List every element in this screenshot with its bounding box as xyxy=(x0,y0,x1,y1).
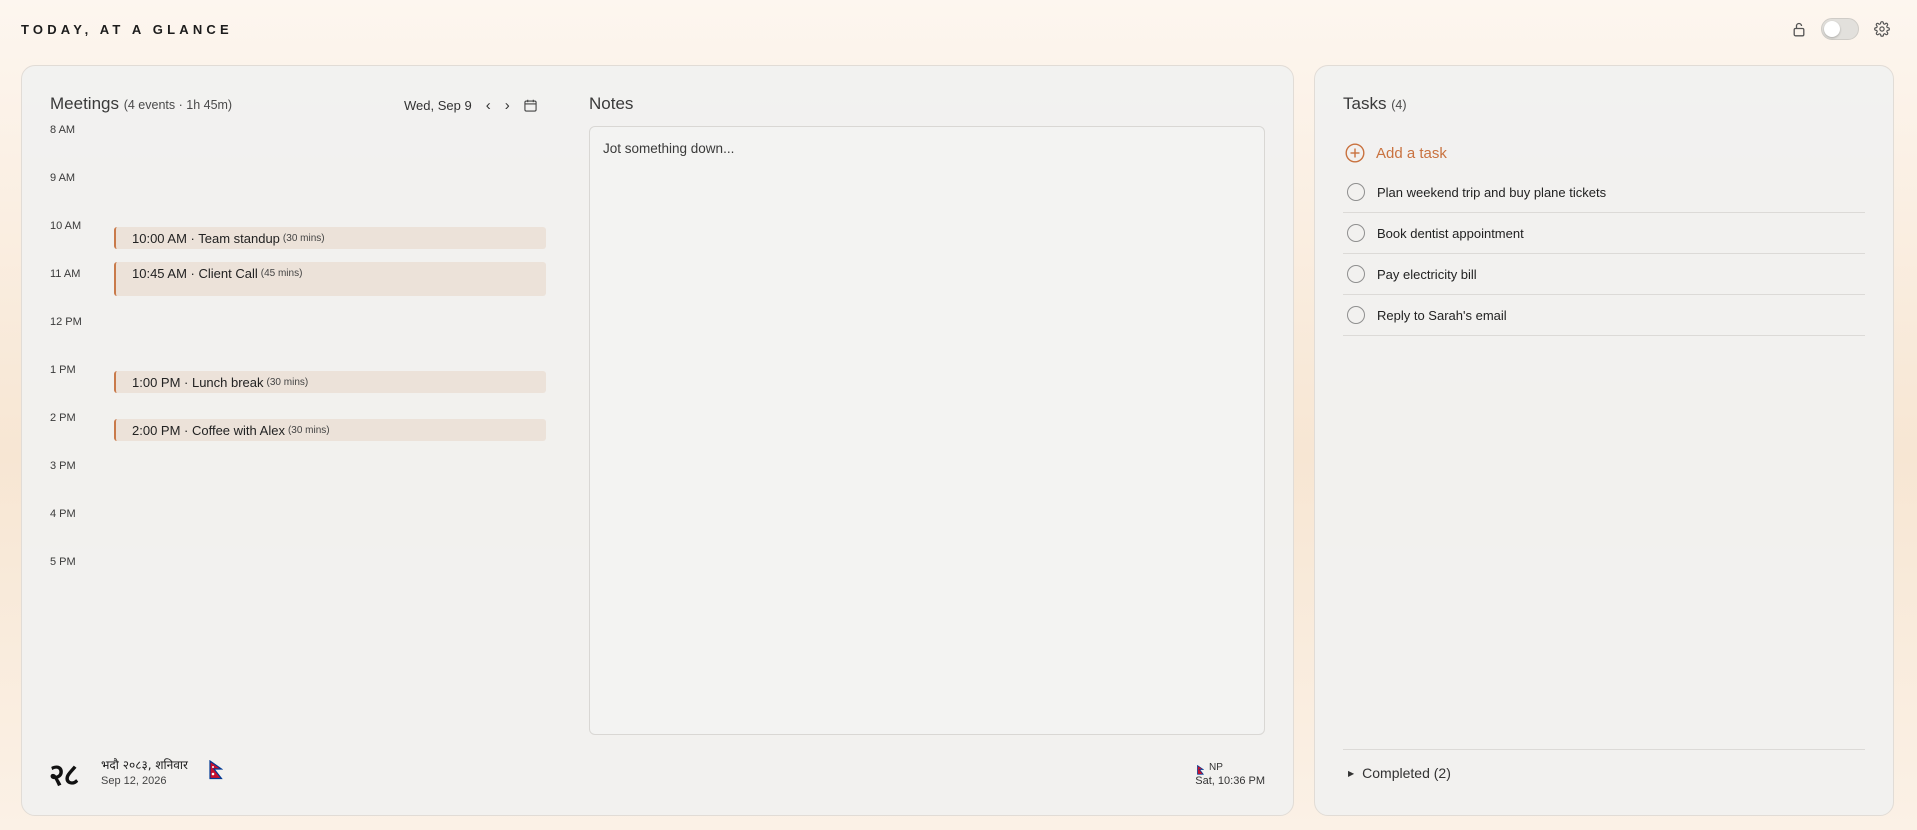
event-duration: (45 mins) xyxy=(260,268,303,279)
task-list: Plan weekend trip and buy plane tickets … xyxy=(1343,172,1865,336)
meeting-event[interactable]: 10:45 AM · Client Call (45 mins) xyxy=(114,262,546,296)
notes-editor[interactable]: Jot something down... xyxy=(589,126,1265,735)
add-circle-icon xyxy=(1345,143,1365,163)
meetings-summary: (4 events · 1h 45m) xyxy=(123,98,233,112)
hour-label: 2 PM xyxy=(50,412,76,424)
completed-label: Completed (2) xyxy=(1362,765,1451,781)
notes-placeholder: Jot something down... xyxy=(603,141,735,156)
date-nav: Wed, Sep 9 ‹ › xyxy=(404,97,538,114)
top-controls xyxy=(1791,18,1891,40)
hour-label: 10 AM xyxy=(50,220,82,232)
tasks-card: Tasks (4) Add a task Plan weekend trip a… xyxy=(1314,65,1894,816)
event-label: 2:00 PM · Coffee with Alex xyxy=(132,422,285,438)
meetings-header: Meetings (4 events · 1h 45m) xyxy=(50,94,232,114)
add-task-label: Add a task xyxy=(1376,144,1447,162)
app-title: TODAY, AT A GLANCE xyxy=(21,22,233,37)
meeting-event[interactable]: 1:00 PM · Lunch break (30 mins) xyxy=(114,371,546,393)
task-label[interactable]: Plan weekend trip and buy plane tickets xyxy=(1377,185,1606,200)
task-checkbox[interactable] xyxy=(1347,224,1365,242)
hour-label: 3 PM xyxy=(50,460,76,472)
task-item: Plan weekend trip and buy plane tickets xyxy=(1343,172,1865,213)
hour-label: 11 AM xyxy=(50,268,81,280)
tasks-count: (4) xyxy=(1391,98,1407,112)
task-label[interactable]: Book dentist appointment xyxy=(1377,226,1524,241)
notes-title: Notes xyxy=(589,94,634,113)
english-date: Sep 12, 2026 xyxy=(101,775,167,787)
region-code: NP xyxy=(1209,762,1223,773)
hour-label: 8 AM xyxy=(50,124,76,136)
task-checkbox[interactable] xyxy=(1347,265,1365,283)
nepal-flag-icon xyxy=(209,759,224,780)
event-duration: (30 mins) xyxy=(282,232,325,244)
task-checkbox[interactable] xyxy=(1347,306,1365,324)
lock-toggle[interactable] xyxy=(1821,18,1859,40)
completed-divider xyxy=(1343,749,1865,750)
tasks-header: Tasks (4) xyxy=(1343,94,1406,114)
hour-label: 12 PM xyxy=(50,316,82,328)
next-day-button[interactable]: › xyxy=(505,97,510,114)
event-label: 10:00 AM · Team standup xyxy=(132,230,280,246)
hour-label: 1 PM xyxy=(50,364,76,376)
task-item: Pay electricity bill xyxy=(1343,254,1865,295)
task-checkbox[interactable] xyxy=(1347,183,1365,201)
calendar-icon[interactable] xyxy=(524,99,538,113)
add-task-button[interactable]: Add a task xyxy=(1345,143,1447,163)
event-duration: (30 mins) xyxy=(266,376,309,388)
task-label[interactable]: Pay electricity bill xyxy=(1377,267,1477,282)
event-label: 1:00 PM · Lunch break xyxy=(132,374,264,390)
tasks-title: Tasks xyxy=(1343,94,1387,113)
task-label[interactable]: Reply to Sarah's email xyxy=(1377,308,1507,323)
local-time: Sat, 10:36 PM xyxy=(1195,775,1265,787)
prev-day-button[interactable]: ‹ xyxy=(486,97,491,114)
gear-icon[interactable] xyxy=(1873,20,1891,38)
nepal-flag-small-icon xyxy=(1197,762,1205,775)
hour-label: 4 PM xyxy=(50,508,76,520)
task-item: Book dentist appointment xyxy=(1343,213,1865,254)
toggle-knob xyxy=(1824,21,1840,37)
meeting-event[interactable]: 10:00 AM · Team standup (30 mins) xyxy=(114,227,546,249)
hour-label: 5 PM xyxy=(50,556,76,568)
nepali-day: २८ xyxy=(49,758,79,793)
unlock-icon[interactable] xyxy=(1791,20,1807,38)
hour-label: 9 AM xyxy=(50,172,76,184)
meeting-event[interactable]: 2:00 PM · Coffee with Alex (30 mins) xyxy=(114,419,546,441)
event-duration: (30 mins) xyxy=(287,424,330,436)
meetings-title: Meetings xyxy=(50,94,119,113)
caret-right-icon: ▶ xyxy=(1348,768,1355,778)
event-label: 10:45 AM · Client Call xyxy=(132,266,258,281)
completed-toggle[interactable]: ▶ Completed (2) xyxy=(1348,765,1451,781)
task-item: Reply to Sarah's email xyxy=(1343,295,1865,336)
nepali-date: भदौ २०८३, शनिवार xyxy=(101,758,188,772)
main-card: Meetings (4 events · 1h 45m) Wed, Sep 9 … xyxy=(21,65,1294,816)
current-date: Wed, Sep 9 xyxy=(404,98,472,113)
